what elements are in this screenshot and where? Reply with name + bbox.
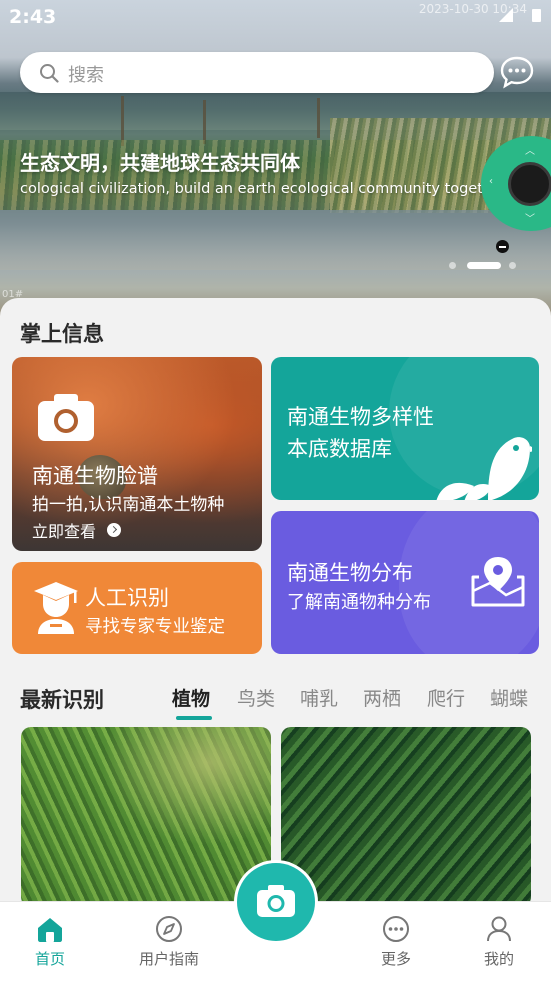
chevron-up-icon: ︿ bbox=[525, 146, 535, 157]
tab-birds[interactable]: 鸟类 bbox=[237, 684, 275, 711]
banner-shore bbox=[0, 210, 551, 270]
arrow-right-icon bbox=[107, 523, 121, 537]
database-card-line1: 南通生物多样性 bbox=[287, 405, 434, 429]
face-card-desc: 拍一拍,认识南通本土物种 bbox=[32, 495, 225, 515]
active-tab-indicator bbox=[176, 716, 212, 720]
section-title-latest: 最新识别 bbox=[20, 688, 104, 712]
banner-subtitle: cological civilization, build an earth e… bbox=[20, 181, 508, 197]
expert-identification-card[interactable]: 人工识别 寻找专家专业鉴定 bbox=[12, 562, 262, 654]
camera-icon bbox=[257, 885, 295, 917]
compass-icon bbox=[156, 916, 182, 942]
tab-reptiles[interactable]: 爬行 bbox=[427, 684, 465, 711]
camera-lens-icon bbox=[508, 162, 551, 206]
nav-profile[interactable]: 我的 bbox=[454, 902, 544, 981]
carousel-dot bbox=[449, 262, 456, 269]
category-tabs: 植物 鸟类 哺乳 两栖 爬行 蝴蝶 bbox=[172, 684, 542, 724]
nav-user-guide[interactable]: 用户指南 bbox=[124, 902, 214, 981]
nav-home[interactable]: 首页 bbox=[5, 902, 95, 981]
database-card-line2: 本底数据库 bbox=[287, 437, 392, 461]
status-time: 2:43 bbox=[9, 6, 57, 28]
map-pin-icon bbox=[471, 557, 525, 607]
distribution-card-title: 南通生物分布 bbox=[287, 561, 413, 585]
section-title-info: 掌上信息 bbox=[20, 322, 104, 346]
banner-pole bbox=[317, 98, 320, 138]
graduate-icon bbox=[34, 582, 78, 634]
nav-more-label: 更多 bbox=[380, 950, 411, 968]
distribution-card-desc: 了解南通物种分布 bbox=[287, 592, 431, 613]
home-icon bbox=[38, 918, 62, 942]
nav-user-guide-label: 用户指南 bbox=[138, 950, 199, 968]
camera-icon bbox=[38, 394, 94, 441]
face-card-action[interactable]: 立即查看 bbox=[32, 518, 96, 542]
expert-card-desc: 寻找专家专业鉴定 bbox=[85, 617, 225, 637]
nav-more[interactable]: 更多 bbox=[351, 902, 441, 981]
search-icon bbox=[40, 64, 59, 83]
expert-card-title: 人工识别 bbox=[85, 586, 169, 610]
carousel-dot bbox=[509, 262, 516, 269]
nav-home-label: 首页 bbox=[34, 950, 65, 968]
banner-pole bbox=[203, 100, 206, 144]
zoom-out-button[interactable] bbox=[496, 240, 509, 253]
camera-fab-button[interactable] bbox=[234, 860, 318, 944]
carousel-indicator bbox=[449, 262, 519, 270]
chat-icon[interactable] bbox=[500, 55, 534, 89]
search-bar[interactable]: 搜索 bbox=[20, 52, 494, 93]
biology-face-card[interactable]: 南通生物脸谱 拍一拍,认识南通本土物种 立即查看 bbox=[12, 357, 262, 551]
recognition-photo[interactable] bbox=[281, 727, 531, 907]
status-icons bbox=[499, 8, 547, 22]
tab-plants[interactable]: 植物 bbox=[172, 684, 210, 711]
biodiversity-database-card[interactable]: 南通生物多样性 本底数据库 bbox=[271, 357, 539, 500]
carousel-dot-active bbox=[467, 262, 501, 269]
banner-pole bbox=[121, 96, 124, 146]
nav-profile-label: 我的 bbox=[483, 950, 514, 968]
search-placeholder: 搜索 bbox=[68, 65, 104, 86]
face-card-title: 南通生物脸谱 bbox=[32, 464, 158, 488]
banner-title: 生态文明，共建地球生态共同体 bbox=[20, 151, 300, 175]
tab-amphibians[interactable]: 两栖 bbox=[363, 684, 401, 711]
chevron-down-icon: ﹀ bbox=[525, 214, 535, 225]
bird-leaf-icon bbox=[436, 437, 532, 500]
tab-butterflies[interactable]: 蝴蝶 bbox=[490, 684, 528, 711]
profile-icon bbox=[487, 916, 511, 942]
banner-carousel[interactable]: 生态文明，共建地球生态共同体 cological civilization, b… bbox=[0, 0, 551, 320]
chevron-left-icon: ‹ bbox=[489, 176, 493, 187]
battery-icon bbox=[532, 9, 541, 22]
more-icon bbox=[383, 916, 409, 942]
recognition-photo[interactable] bbox=[21, 727, 271, 907]
signal-icon bbox=[499, 8, 513, 22]
species-distribution-card[interactable]: 南通生物分布 了解南通物种分布 bbox=[271, 511, 539, 654]
tab-mammals[interactable]: 哺乳 bbox=[300, 684, 338, 711]
